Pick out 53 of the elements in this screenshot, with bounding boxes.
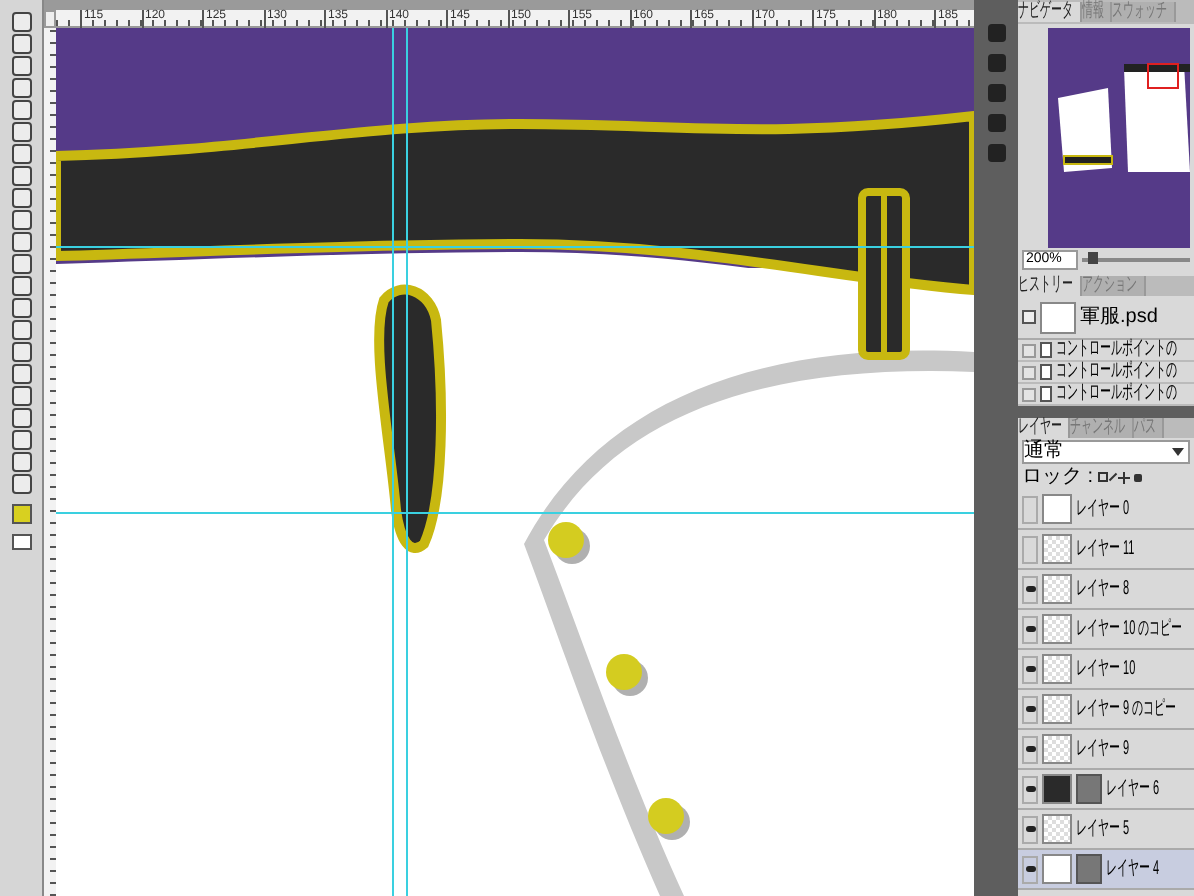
visibility-toggle[interactable]: [1022, 535, 1038, 563]
panel-tab[interactable]: ナビゲータ: [1018, 2, 1082, 22]
history-step[interactable]: コントロールポイントの: [1056, 362, 1177, 382]
visibility-eye-icon[interactable]: [1022, 575, 1038, 603]
foreground-color-swatch[interactable]: [11, 504, 31, 524]
layer-name: レイヤー 0: [1076, 499, 1130, 519]
layer-row[interactable]: レイヤー 9 のコピー: [1018, 690, 1194, 730]
visibility-eye-icon[interactable]: [1022, 855, 1038, 883]
layer-name: レイヤー 8: [1076, 579, 1130, 599]
layer-row[interactable]: レイヤー 9: [1018, 730, 1194, 770]
history-step[interactable]: コントロールポイントの: [1056, 340, 1177, 360]
history-step[interactable]: コントロールポイントの: [1056, 384, 1177, 404]
blend-mode-dropdown[interactable]: 通常: [1022, 439, 1190, 463]
layer-name: レイヤー 5: [1076, 819, 1130, 839]
quick-mask-icon[interactable]: [11, 534, 31, 550]
layer-row[interactable]: レイヤー 4: [1018, 850, 1194, 890]
lock-transparency-icon[interactable]: [1097, 472, 1108, 482]
layer-name: レイヤー 4: [1106, 859, 1160, 879]
visibility-eye-icon[interactable]: [1022, 775, 1038, 803]
checkbox[interactable]: [1022, 365, 1036, 379]
layer-name: レイヤー 11: [1076, 539, 1135, 559]
blend-mode: 通常: [1024, 441, 1064, 461]
visibility-toggle[interactable]: [1022, 495, 1038, 523]
panel-tab[interactable]: レイヤー: [1018, 418, 1070, 438]
visibility-eye-icon[interactable]: [1022, 655, 1038, 683]
layer-name: レイヤー 10: [1076, 659, 1136, 679]
layer-row[interactable]: レイヤー 10 のコピー: [1018, 610, 1194, 650]
dropdown-caret-icon: [1172, 447, 1184, 455]
visibility-eye-icon[interactable]: [1022, 615, 1038, 643]
snapshot-thumbnail: [1040, 301, 1076, 333]
lock-label: ロック :: [1022, 467, 1094, 487]
layer-row[interactable]: レイヤー 10: [1018, 650, 1194, 690]
zoom-slider-thumb[interactable]: [1088, 252, 1099, 264]
lock-brush-icon[interactable]: [1107, 472, 1117, 482]
checkbox[interactable]: [1022, 343, 1036, 357]
layer-row[interactable]: レイヤー 11: [1018, 530, 1194, 570]
layer-name: レイヤー 10 のコピー: [1076, 619, 1183, 639]
layer-row[interactable]: レイヤー 0: [1018, 490, 1194, 530]
snapshot-name[interactable]: 軍服.psd: [1080, 307, 1158, 327]
visibility-eye-icon[interactable]: [1022, 695, 1038, 723]
layer-name: レイヤー 6: [1106, 779, 1160, 799]
layer-row[interactable]: レイヤー 5: [1018, 810, 1194, 850]
layer-row[interactable]: レイヤー 6: [1018, 770, 1194, 810]
checkbox[interactable]: [1022, 387, 1036, 401]
layer-name: レイヤー 9 のコピー: [1076, 699, 1177, 719]
panel-tab[interactable]: ヒストリー: [1018, 276, 1082, 296]
layer-name: レイヤー 9: [1076, 739, 1130, 759]
layer-row[interactable]: レイヤー 8: [1018, 570, 1194, 610]
visibility-eye-icon[interactable]: [1022, 815, 1038, 843]
lock-move-icon[interactable]: [1117, 471, 1130, 483]
lock-all-icon[interactable]: [1133, 473, 1142, 481]
visibility-eye-icon[interactable]: [1022, 735, 1038, 763]
snapshot-icon[interactable]: [1022, 310, 1036, 324]
